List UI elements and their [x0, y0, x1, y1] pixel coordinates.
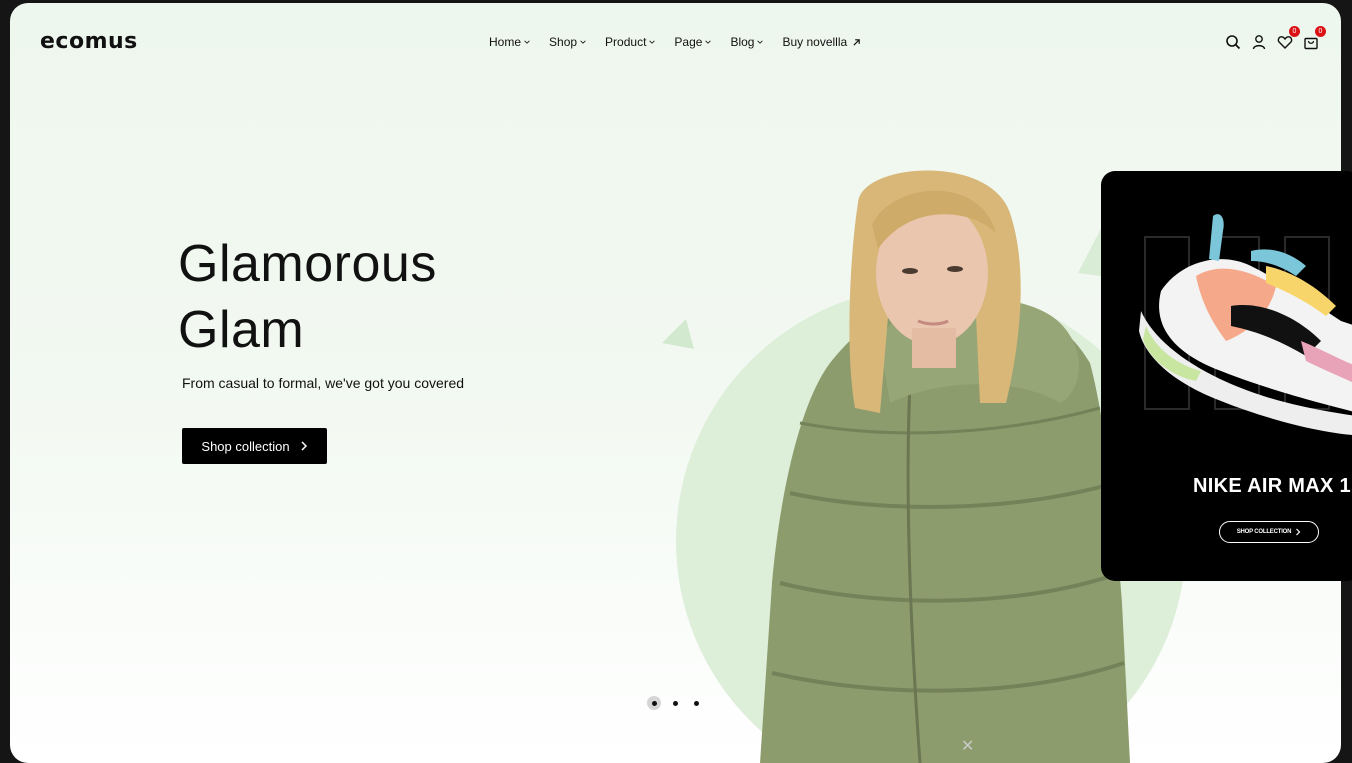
nav-home[interactable]: Home [489, 34, 530, 50]
wishlist-count-badge: 0 [1289, 26, 1300, 37]
sneaker-image [1139, 214, 1352, 436]
shopping-bag-icon [1304, 37, 1318, 50]
wishlist-button[interactable]: 0 [1277, 26, 1300, 50]
slide-dot-3[interactable] [689, 696, 703, 710]
nav-shop[interactable]: Shop [549, 34, 586, 50]
popup-title: NIKE AIR MAX 1 [1193, 475, 1351, 497]
popup-shop-collection-button[interactable]: SHOP COLLECTION [1219, 521, 1319, 543]
nav-product-label: Product [605, 35, 647, 49]
hero-title-line-2: Glam [178, 301, 305, 359]
site-logo[interactable]: ecomus [40, 29, 138, 54]
nav-buy-novellla[interactable]: Buy novellla [782, 34, 861, 50]
external-arrow-icon [853, 38, 860, 46]
chevron-down-icon [649, 40, 656, 44]
nav-home-label: Home [489, 35, 522, 49]
header-actions: 0 0 [1225, 26, 1326, 50]
cart-button[interactable]: 0 [1303, 26, 1326, 50]
chevron-down-icon [757, 40, 764, 44]
hero-subtitle: From casual to formal, we've got you cov… [182, 375, 465, 391]
shop-collection-label: Shop collection [201, 438, 290, 454]
account-button[interactable] [1251, 34, 1267, 50]
main-nav: Home Shop Product Page Blog Buy novellla [489, 34, 880, 50]
search-icon [1226, 35, 1241, 50]
popup-shop-collection-label: SHOP COLLECTION [1236, 529, 1292, 535]
nav-page-label: Page [674, 35, 703, 49]
promo-popup-card: NIKE AIR MAX 1 SHOP COLLECTION [1101, 171, 1352, 581]
nav-blog[interactable]: Blog [730, 34, 764, 50]
search-button[interactable] [1225, 34, 1241, 50]
nav-buy-label: Buy novellla [782, 35, 848, 49]
user-icon [1252, 35, 1266, 50]
chevron-right-icon [1296, 528, 1301, 536]
cart-count-badge: 0 [1315, 26, 1326, 37]
shop-collection-button[interactable]: Shop collection [182, 428, 327, 464]
hero-model-image [760, 170, 1130, 763]
hero-title-line-1: Glamorous [178, 235, 437, 293]
hero-title: Glamorous Glam [178, 231, 437, 363]
chevron-down-icon [524, 40, 530, 44]
nav-product[interactable]: Product [605, 34, 656, 50]
slide-dot-2[interactable] [668, 696, 682, 710]
chevron-down-icon [580, 40, 586, 44]
nav-page[interactable]: Page [674, 34, 712, 50]
chevron-right-icon [301, 441, 307, 451]
site-header: ecomus Home Shop Product Page Blog Buy n… [10, 3, 1341, 83]
nav-shop-label: Shop [549, 35, 578, 49]
close-icon[interactable]: ✕ [961, 736, 974, 756]
nav-blog-label: Blog [730, 35, 755, 49]
slide-dot-1[interactable] [647, 696, 661, 710]
heart-icon [1277, 36, 1293, 49]
decor-triangle [662, 319, 694, 349]
chevron-down-icon [705, 40, 712, 44]
slider-pagination [647, 696, 703, 710]
